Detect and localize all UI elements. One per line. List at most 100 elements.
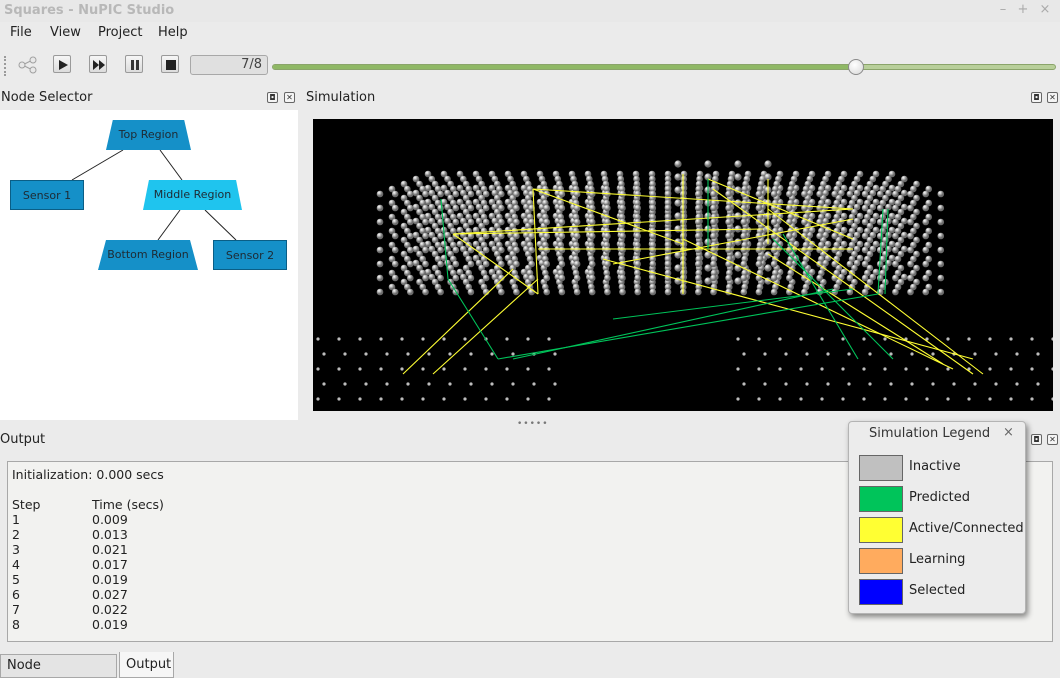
output-close-button[interactable]: ✕ <box>1047 434 1058 445</box>
legend-item-inactive: Inactive <box>859 455 1025 481</box>
menu-view[interactable]: View <box>50 25 81 40</box>
cell-sphere <box>704 277 712 285</box>
input-dot <box>337 337 341 341</box>
input-dot <box>448 352 452 356</box>
input-dot <box>379 367 383 371</box>
cell-sphere <box>407 190 414 198</box>
input-dot <box>925 397 929 401</box>
cell-sphere <box>528 218 535 226</box>
input-dot <box>826 382 830 386</box>
close-window-button[interactable]: × <box>1036 2 1054 17</box>
cell-sphere <box>558 288 566 296</box>
input-dot <box>952 382 956 386</box>
cell-sphere <box>674 212 682 220</box>
input-dot <box>820 367 824 371</box>
cell-sphere <box>528 274 535 282</box>
simulation-3d-scene[interactable] <box>313 119 1053 411</box>
cell-sphere <box>861 260 869 268</box>
input-dot <box>799 367 803 371</box>
input-dot <box>463 397 467 401</box>
timeline-thumb[interactable] <box>847 59 864 75</box>
simulation-float-button[interactable]: ◘ <box>1031 92 1042 103</box>
input-dot <box>988 337 992 341</box>
input-dot <box>967 337 971 341</box>
input-dot <box>820 397 824 401</box>
node-selector-float-button[interactable]: ◘ <box>267 92 278 103</box>
input-dot <box>553 382 557 386</box>
legend-swatch <box>859 517 903 543</box>
timeline-slider[interactable] <box>272 59 1056 75</box>
cell-sphere <box>513 232 520 240</box>
tab-node-information[interactable]: Node Information <box>0 654 117 678</box>
cell-sphere <box>846 246 854 254</box>
cell-sphere <box>528 190 535 198</box>
output-float-button[interactable]: ◘ <box>1031 434 1042 445</box>
cell-sphere <box>482 260 490 268</box>
node-selector-close-button[interactable]: ✕ <box>284 92 295 103</box>
cell-sphere <box>573 218 581 226</box>
step-button[interactable] <box>53 55 71 73</box>
cell-sphere <box>734 238 742 246</box>
cell-sphere <box>664 288 672 296</box>
cell-sphere <box>482 274 490 282</box>
window-title: Squares - NuPIC Studio <box>4 3 175 18</box>
share-icon[interactable] <box>18 56 38 74</box>
node-sensor-1[interactable]: Sensor 1 <box>10 180 84 210</box>
input-dot <box>784 352 788 356</box>
node-middle-region[interactable]: Middle Region <box>143 180 242 210</box>
node-bottom-region[interactable]: Bottom Region <box>98 240 198 270</box>
simulation-viewport[interactable] <box>313 119 1053 411</box>
simulation-close-button[interactable]: ✕ <box>1047 92 1058 103</box>
menu-file[interactable]: File <box>10 25 32 40</box>
maximize-button[interactable]: + <box>1014 2 1032 17</box>
cell-sphere <box>937 288 945 296</box>
node-sensor-2[interactable]: Sensor 2 <box>213 240 287 270</box>
menu-project[interactable]: Project <box>98 25 142 40</box>
input-dot <box>1009 367 1013 371</box>
cell-sphere <box>876 274 884 282</box>
legend-item-predicted: Predicted <box>859 486 1025 512</box>
input-dot <box>511 352 515 356</box>
cell-sphere <box>391 232 399 240</box>
cell-sphere <box>695 190 702 198</box>
cell-sphere <box>558 204 566 212</box>
cell-sphere <box>922 204 929 212</box>
cell-sphere <box>467 204 475 212</box>
cell-sphere <box>892 260 899 268</box>
input-dot <box>805 352 809 356</box>
cell-sphere <box>922 274 929 282</box>
node-selector-title: Node Selector <box>1 90 93 105</box>
simulation-legend-window[interactable]: Simulation Legend × Inactive Predicted A… <box>848 421 1026 614</box>
cell-sphere <box>674 225 682 233</box>
input-dot <box>868 352 872 356</box>
cell-sphere <box>786 274 793 282</box>
cell-sphere <box>770 288 778 296</box>
tab-output[interactable]: Output <box>119 652 174 678</box>
input-dot <box>931 352 935 356</box>
cell-sphere <box>764 264 772 272</box>
input-dot <box>322 382 326 386</box>
cell-sphere <box>770 246 778 254</box>
run-button[interactable] <box>89 55 107 73</box>
cell-sphere <box>937 246 945 254</box>
input-dot <box>490 352 494 356</box>
cell-sphere <box>376 246 384 254</box>
cell-sphere <box>740 288 748 296</box>
minimize-button[interactable]: – <box>994 2 1012 17</box>
menu-help[interactable]: Help <box>158 25 188 40</box>
cell-sphere <box>786 190 793 198</box>
cell-sphere <box>922 190 929 198</box>
splitter-handle[interactable]: ••••• <box>517 419 549 429</box>
input-dot <box>889 382 893 386</box>
cell-sphere <box>604 232 611 240</box>
stop-button[interactable] <box>161 55 179 73</box>
input-dot <box>1009 337 1013 341</box>
legend-close-button[interactable]: × <box>1003 425 1014 440</box>
node-top-region[interactable]: Top Region <box>106 120 191 150</box>
cell-sphere <box>588 190 596 198</box>
legend-item-selected: Selected <box>859 579 1025 605</box>
pause-button[interactable] <box>125 55 143 73</box>
cell-sphere <box>437 246 444 254</box>
toolbar-grip[interactable] <box>4 56 7 76</box>
input-dot <box>547 397 551 401</box>
